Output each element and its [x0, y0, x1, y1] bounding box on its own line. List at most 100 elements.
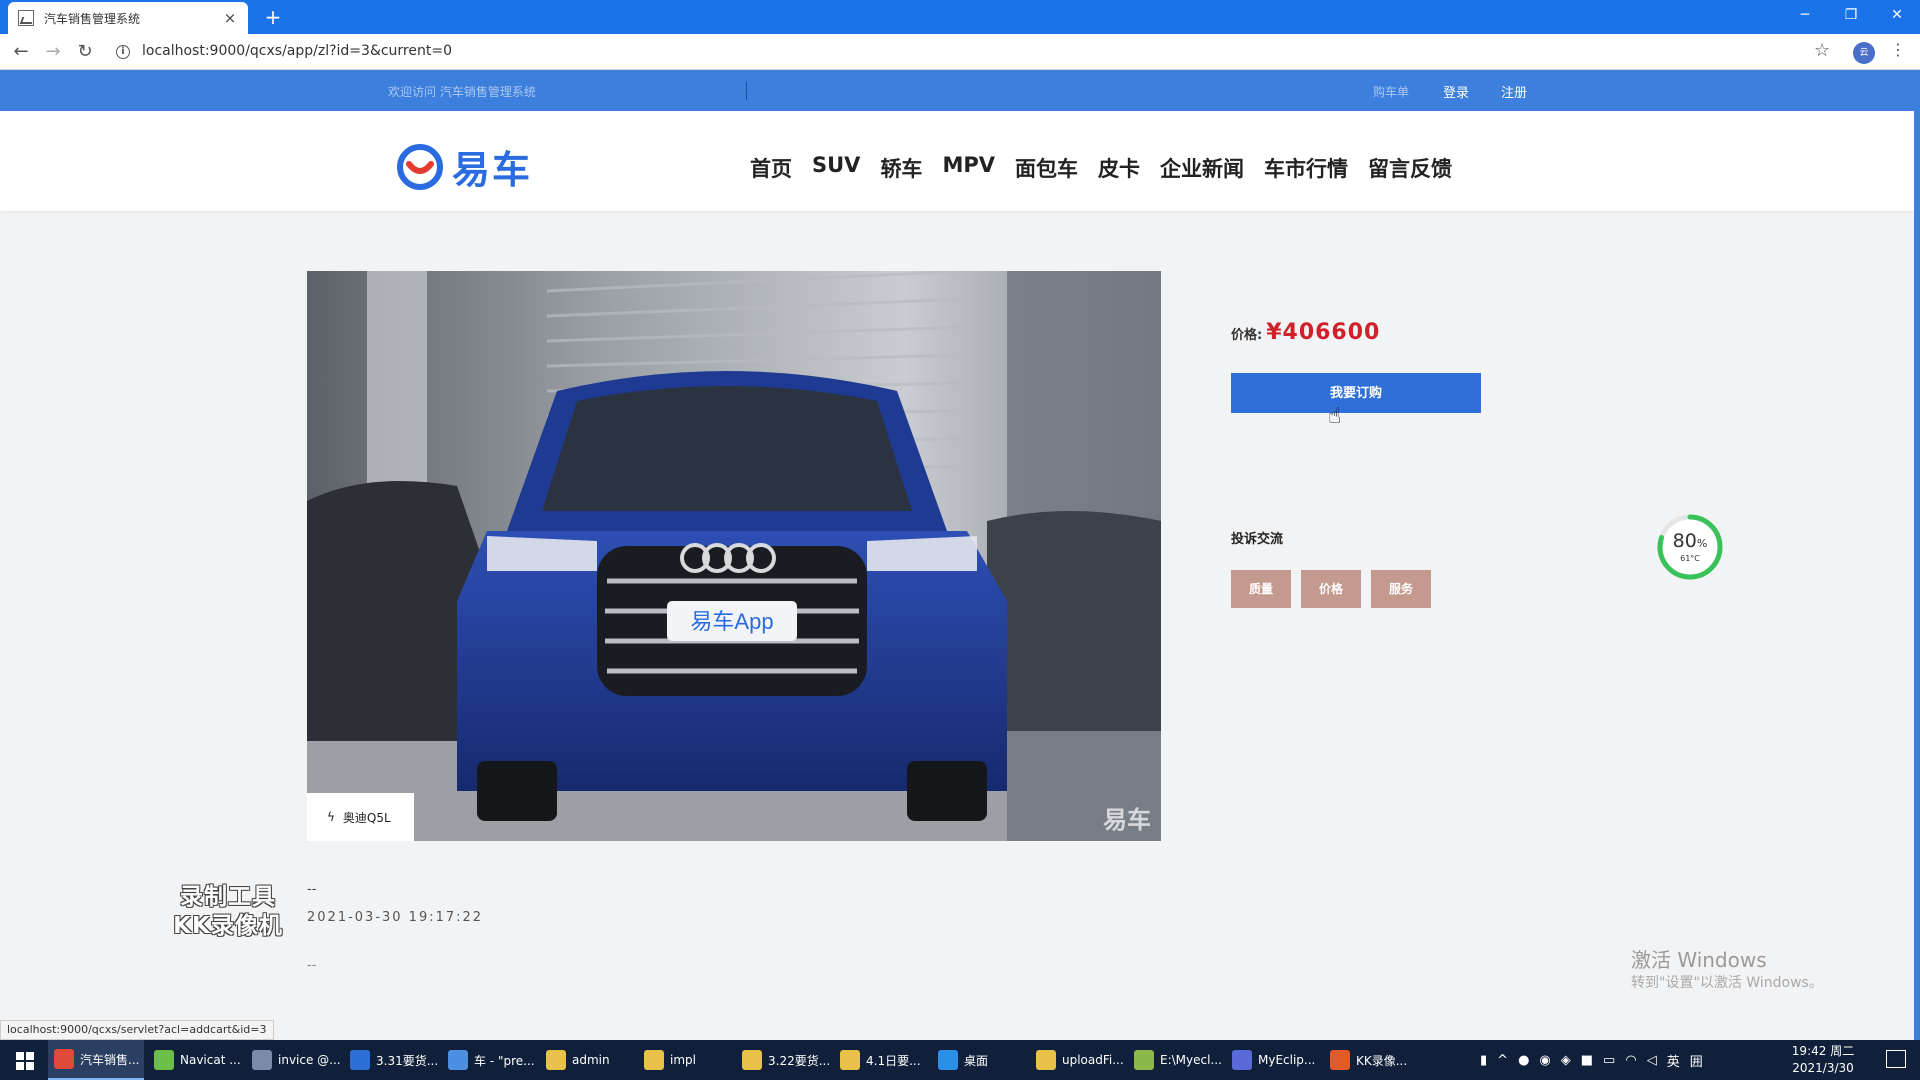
app-icon [1330, 1050, 1350, 1070]
nvidia-icon[interactable]: ■ [1581, 1053, 1593, 1068]
browser-tab[interactable]: 汽车销售管理系统 × [8, 2, 248, 34]
taskbar-item-label: 汽车销售... [80, 1052, 140, 1067]
taskbar-item-label: invice @... [278, 1053, 340, 1067]
taskbar-item[interactable]: Navicat ... [148, 1040, 242, 1080]
comment-content: -- [307, 958, 317, 973]
ime-icon[interactable]: 囲 [1690, 1051, 1703, 1070]
nav-sedan[interactable]: 轿车 [880, 153, 922, 183]
taskbar-item[interactable]: 3.22要货... [736, 1040, 830, 1080]
qq-icon[interactable]: ◉ [1539, 1053, 1550, 1068]
nav-company-news[interactable]: 企业新闻 [1160, 153, 1244, 183]
nav-home[interactable]: 首页 [750, 153, 792, 183]
info-icon[interactable]: i [116, 45, 130, 59]
app-icon [546, 1050, 566, 1070]
nav-suv[interactable]: SUV [812, 153, 860, 183]
taskbar-item[interactable]: MyEclip... [1226, 1040, 1320, 1080]
taskbar-clock[interactable]: 19:42 周二 2021/3/30 [1778, 1043, 1868, 1077]
comment-date: 2021-03-30 19:17:22 [307, 910, 484, 925]
minimize-button[interactable]: ─ [1782, 0, 1828, 30]
taskbar-item[interactable]: uploadFi... [1030, 1040, 1124, 1080]
taskbar-item-label: KK录像... [1356, 1053, 1408, 1068]
car-photo: 易车App ϟ 奥迪Q5L 易车 [307, 271, 1161, 841]
wifi-icon[interactable]: ◠ [1625, 1053, 1636, 1068]
page-scrollbar[interactable] [1914, 70, 1920, 1040]
nav-market[interactable]: 车市行情 [1264, 153, 1348, 183]
taskbar-item[interactable]: KK录像... [1324, 1040, 1418, 1080]
taskbar-item[interactable]: 车 - "pre... [442, 1040, 536, 1080]
taskbar-item-label: impl [670, 1053, 696, 1067]
input-language[interactable]: 英 [1667, 1051, 1680, 1070]
profile-avatar[interactable]: 云 [1853, 42, 1875, 64]
maximize-button[interactable]: ❐ [1828, 0, 1874, 30]
address-bar[interactable]: localhost:9000/qcxs/app/zl?id=3&current=… [142, 43, 452, 59]
site-logo[interactable]: 易车 [396, 139, 532, 194]
complaint-service-button[interactable]: 服务 [1371, 570, 1431, 608]
taskbar-item-label: 3.31要货... [376, 1053, 438, 1068]
taskbar-item[interactable]: 桌面 [932, 1040, 1026, 1080]
chevron-up-icon[interactable]: ^ [1497, 1053, 1508, 1068]
nav-mpv[interactable]: MPV [942, 153, 995, 183]
windows-activation-subtitle: 转到"设置"以激活 Windows。 [1631, 975, 1823, 991]
app-icon [938, 1050, 958, 1070]
browser-titlebar: 汽车销售管理系统 × + ─ ❐ ✕ [0, 0, 1920, 34]
taskbar-item[interactable]: 4.1日要... [834, 1040, 928, 1080]
site-header: 易车 首页 SUV 轿车 MPV 面包车 皮卡 企业新闻 车市行情 留言反馈 [0, 111, 1914, 211]
taskbar-item-label: E:\Myecl... [1160, 1053, 1222, 1067]
app-icon [448, 1050, 468, 1070]
price-label: 价格: [1231, 328, 1263, 343]
tray-app-icon[interactable]: ● [1518, 1053, 1529, 1068]
complaint-price-button[interactable]: 价格 [1301, 570, 1361, 608]
hand-cursor-icon: ☝ [1328, 404, 1342, 429]
taskbar-item[interactable]: E:\Myecl... [1128, 1040, 1222, 1080]
order-button[interactable]: 我要订购 [1231, 373, 1481, 413]
kebab-menu-icon[interactable]: ⋮ [1890, 40, 1906, 59]
taskbar-item[interactable]: admin [540, 1040, 634, 1080]
forward-arrow-icon[interactable]: → [40, 39, 66, 65]
cart-link[interactable]: 购车单 [1373, 83, 1409, 100]
back-arrow-icon[interactable]: ← [8, 39, 34, 65]
gauge-temperature: 61°C [1680, 554, 1700, 563]
shield-icon[interactable]: ◈ [1561, 1053, 1571, 1068]
volume-icon[interactable]: ◁ [1647, 1053, 1657, 1068]
app-icon [350, 1050, 370, 1070]
taskbar-item-label: Navicat ... [180, 1053, 241, 1067]
taskbar-item-label: MyEclip... [1258, 1053, 1316, 1067]
complaint-title: 投诉交流 [1231, 532, 1284, 547]
app-icon [154, 1050, 174, 1070]
photo-watermark: 易车 [1103, 806, 1151, 834]
windows-start-icon[interactable] [0, 1040, 48, 1080]
app-icon [252, 1050, 272, 1070]
main-nav: 首页 SUV 轿车 MPV 面包车 皮卡 企业新闻 车市行情 留言反馈 [750, 153, 1472, 183]
price-row: 价格: ¥406600 [1231, 320, 1380, 345]
bookmark-star-icon[interactable]: ☆ [1814, 40, 1830, 61]
taskbar-item[interactable]: invice @... [246, 1040, 340, 1080]
login-link[interactable]: 登录 [1443, 82, 1469, 101]
taskbar-item[interactable]: impl [638, 1040, 732, 1080]
nav-pickup[interactable]: 皮卡 [1098, 153, 1140, 183]
scrollbar-thumb[interactable] [1914, 70, 1920, 1040]
nav-van[interactable]: 面包车 [1015, 153, 1078, 183]
new-tab-button[interactable]: + [260, 4, 286, 30]
reload-icon[interactable]: ↻ [72, 39, 98, 65]
system-monitor-gauge[interactable]: 80% 61°C [1655, 512, 1725, 582]
complaint-quality-button[interactable]: 质量 [1231, 570, 1291, 608]
app-icon [742, 1050, 762, 1070]
register-link[interactable]: 注册 [1501, 82, 1527, 101]
taskbar-items: 汽车销售... Navicat ... invice @... 3.31要货... 车 … [48, 1040, 1422, 1080]
battery-icon[interactable]: ▮ [1480, 1053, 1487, 1068]
windows-taskbar: 汽车销售... Navicat ... invice @... 3.31要货... 车 … [0, 1040, 1920, 1080]
taskbar-item[interactable]: 汽车销售... [48, 1040, 144, 1080]
welcome-text: 欢迎访问 汽车销售管理系统 [388, 85, 536, 99]
comment-author: -- [307, 882, 317, 897]
tab-title: 汽车销售管理系统 [44, 11, 141, 26]
screen-icon[interactable]: ▭ [1603, 1053, 1615, 1068]
app-icon [1134, 1050, 1154, 1070]
price-value: ¥406600 [1266, 320, 1381, 345]
notification-icon[interactable] [1886, 1050, 1906, 1068]
nav-feedback[interactable]: 留言反馈 [1368, 153, 1452, 183]
tab-close-icon[interactable]: × [222, 9, 238, 27]
close-window-button[interactable]: ✕ [1874, 0, 1920, 30]
car-illustration: 易车App [307, 271, 1161, 841]
taskbar-item[interactable]: 3.31要货... [344, 1040, 438, 1080]
browser-toolbar: ← → ↻ i localhost:9000/qcxs/app/zl?id=3&… [0, 34, 1920, 70]
